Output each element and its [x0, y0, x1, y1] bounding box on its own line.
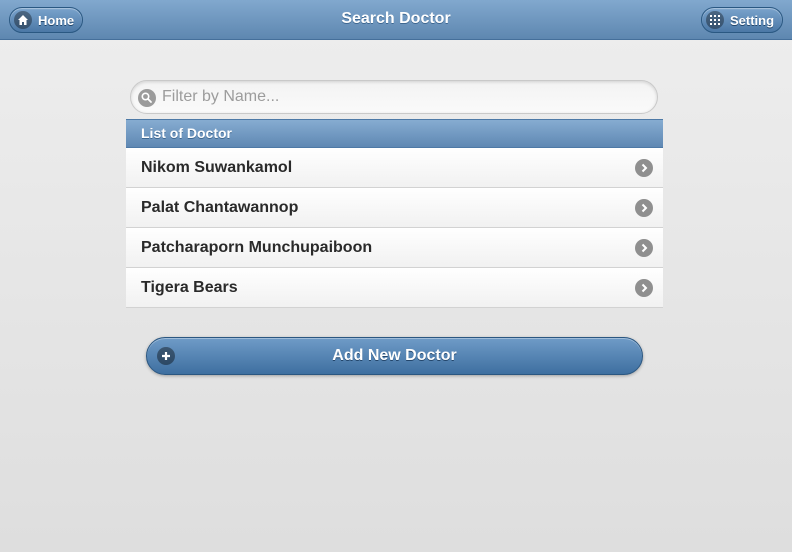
chevron-right-icon [635, 159, 653, 177]
grid-icon [706, 11, 724, 29]
list-item[interactable]: Tigera Bears [126, 268, 663, 308]
doctor-list: List of Doctor Nikom Suwankamol Palat Ch… [126, 119, 663, 308]
doctor-name: Nikom Suwankamol [141, 159, 293, 176]
add-new-doctor-button[interactable]: Add New Doctor [146, 337, 643, 375]
list-item[interactable]: Nikom Suwankamol [126, 148, 663, 188]
chevron-right-icon [635, 279, 653, 297]
list-item[interactable]: Palat Chantawannop [126, 188, 663, 228]
list-divider: List of Doctor [126, 119, 663, 148]
search-input[interactable] [162, 81, 642, 113]
doctor-name: Palat Chantawannop [141, 199, 299, 216]
list-item[interactable]: Patcharaporn Munchupaiboon [126, 228, 663, 268]
page-title: Search Doctor [341, 10, 451, 27]
header-bar: Home Search Doctor Setting [0, 0, 792, 40]
search-field [130, 80, 658, 114]
plus-icon [157, 347, 175, 365]
chevron-right-icon [635, 199, 653, 217]
doctor-name: Patcharaporn Munchupaiboon [141, 239, 373, 256]
setting-label: Setting [730, 12, 775, 28]
doctor-name: Tigera Bears [141, 279, 238, 296]
chevron-right-icon [635, 239, 653, 257]
add-new-doctor-label: Add New Doctor [332, 347, 457, 364]
search-icon [138, 89, 156, 107]
setting-button[interactable]: Setting [701, 7, 783, 33]
